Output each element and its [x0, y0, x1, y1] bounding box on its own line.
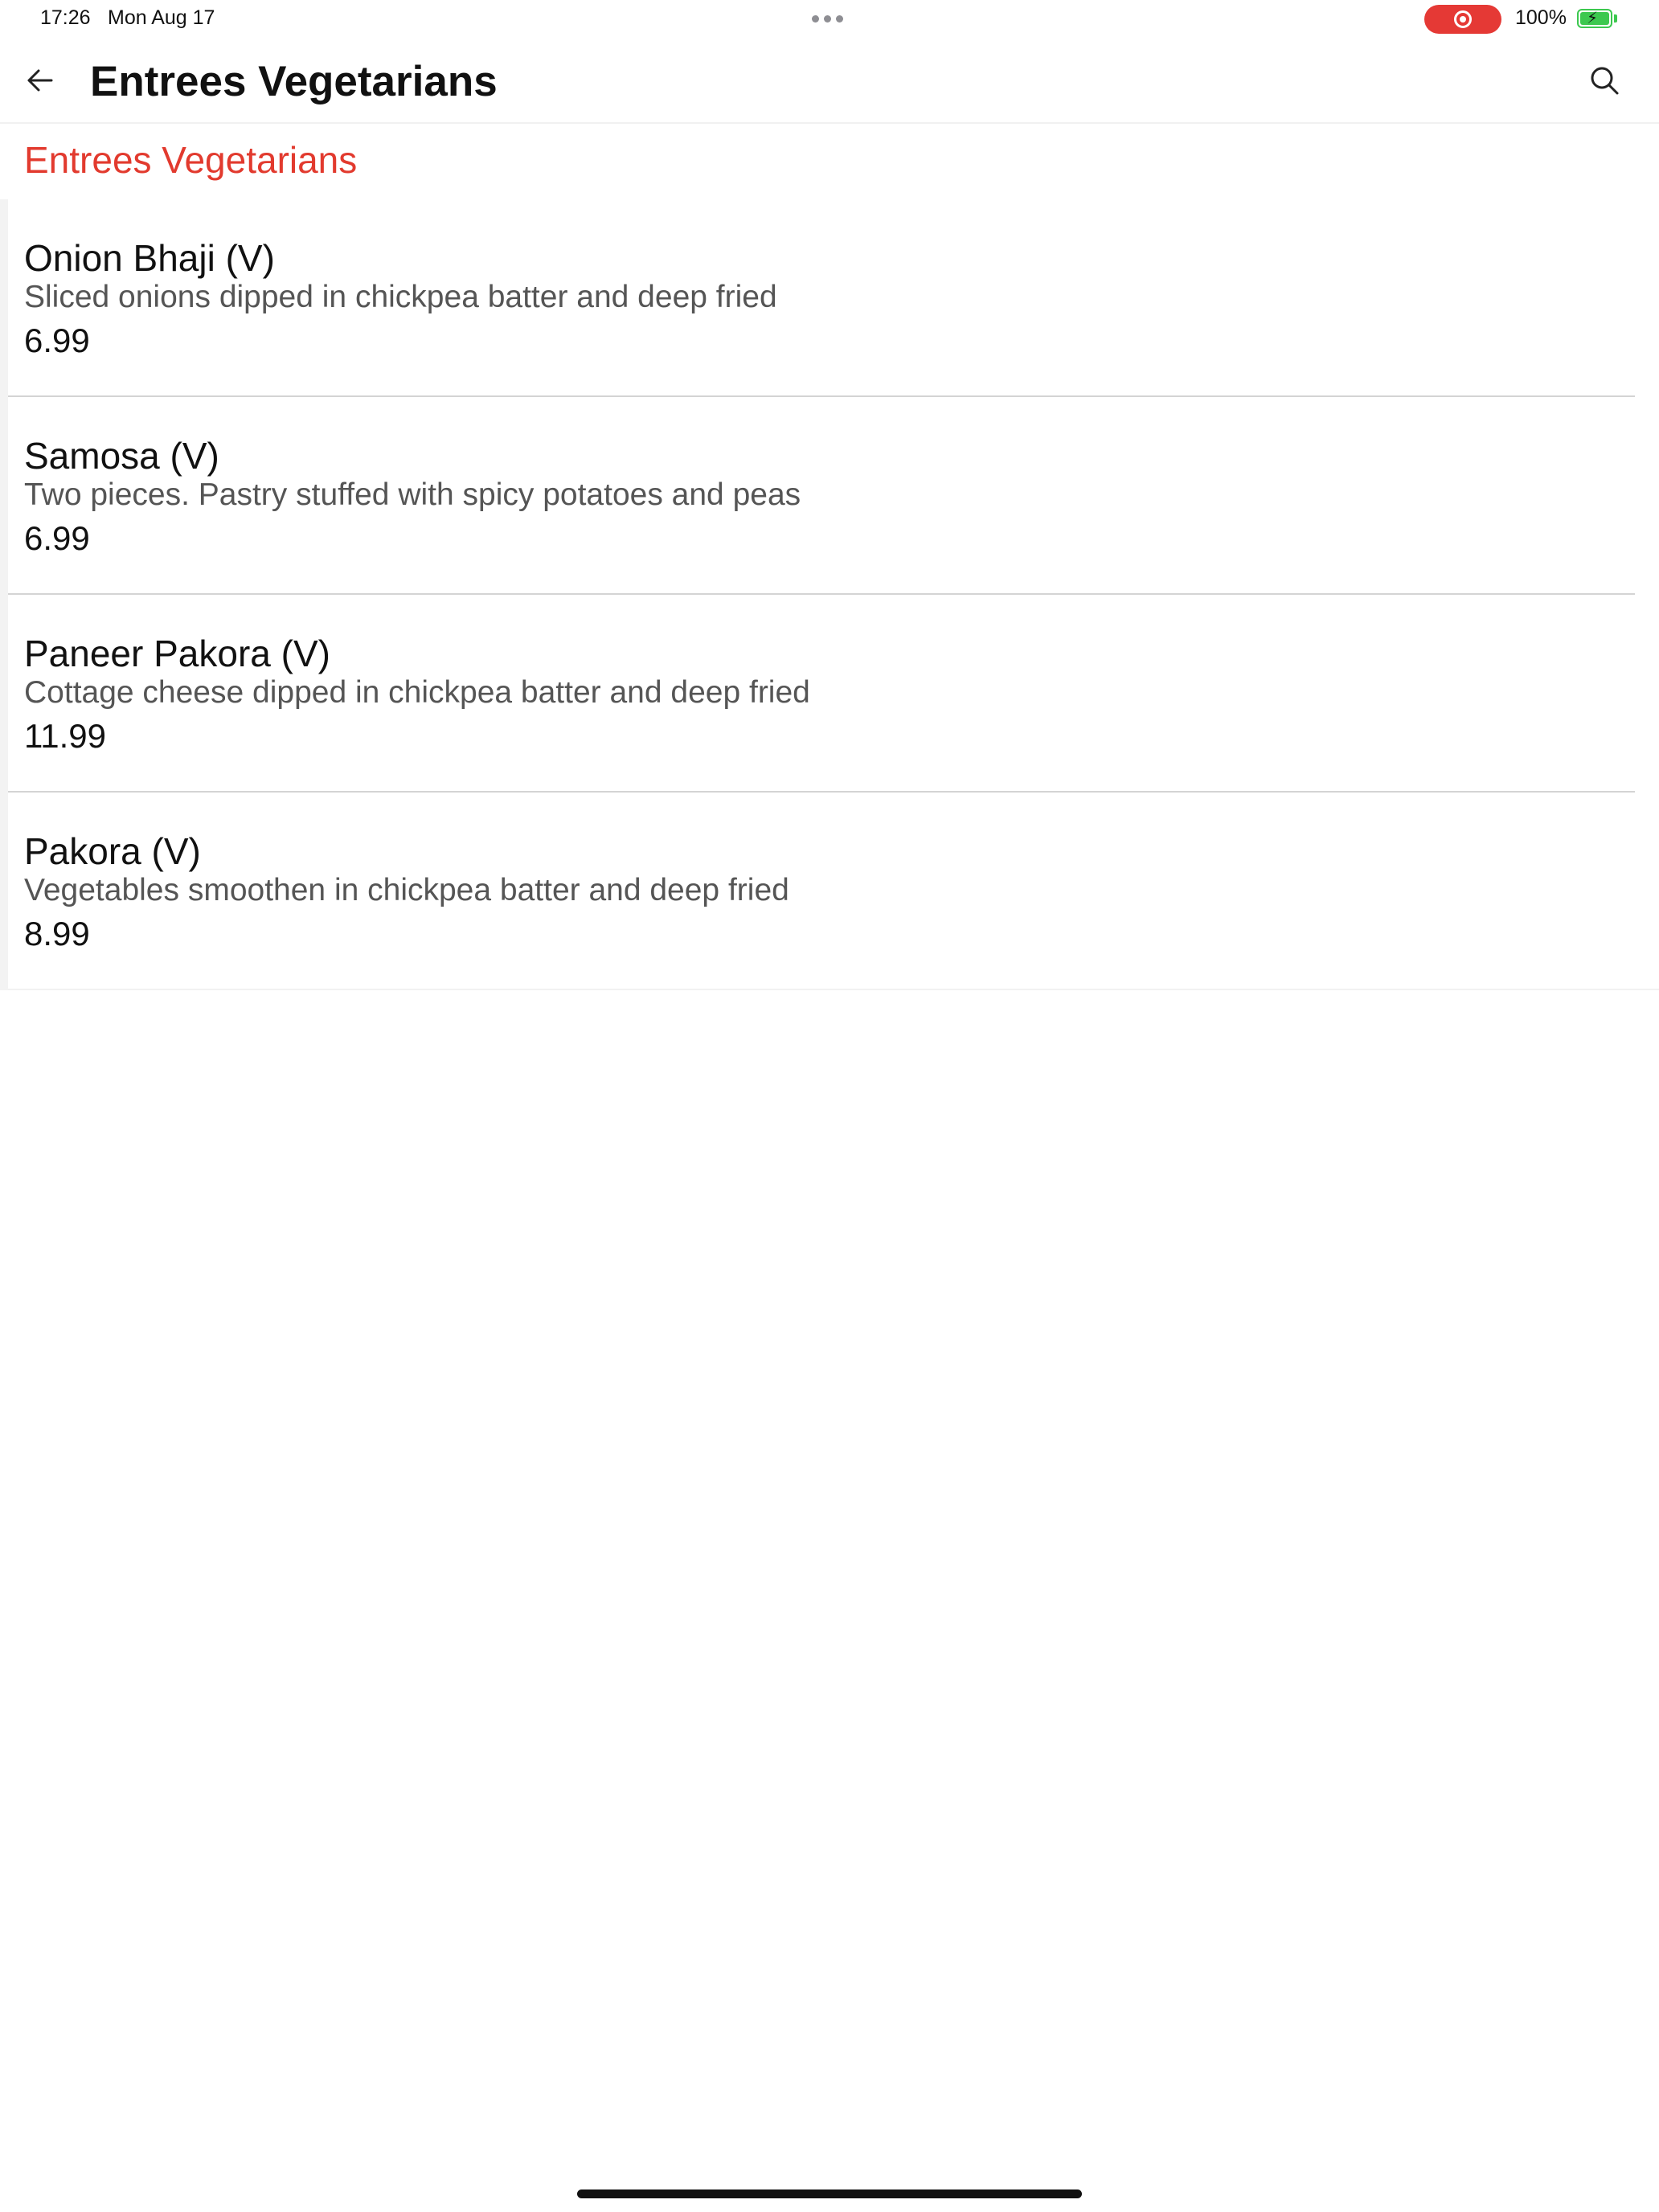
menu-item[interactable]: Paneer Pakora (V) Cottage cheese dipped …	[0, 595, 1659, 793]
multitasking-dots-icon[interactable]	[812, 15, 843, 23]
battery-icon: ⚡	[1577, 9, 1612, 28]
status-time: 17:26	[40, 6, 91, 29]
status-date: Mon Aug 17	[108, 6, 215, 29]
item-left-bar	[0, 397, 8, 595]
item-name: Paneer Pakora (V)	[24, 633, 330, 674]
item-price: 8.99	[24, 915, 90, 952]
item-description: Vegetables smoothen in chickpea batter a…	[24, 873, 789, 907]
page-title: Entrees Vegetarians	[90, 58, 498, 105]
menu-item[interactable]: Pakora (V) Vegetables smoothen in chickp…	[0, 793, 1659, 990]
item-left-bar	[0, 199, 8, 397]
battery-percentage: 100%	[1515, 6, 1567, 29]
menu-list: Onion Bhaji (V) Sliced onions dipped in …	[0, 199, 1659, 990]
menu-item[interactable]: Onion Bhaji (V) Sliced onions dipped in …	[0, 199, 1659, 397]
screen-recording-icon[interactable]	[1424, 5, 1501, 34]
item-name: Onion Bhaji (V)	[24, 237, 275, 279]
item-name: Pakora (V)	[24, 830, 201, 872]
battery-tip	[1614, 14, 1617, 23]
item-description: Two pieces. Pastry stuffed with spicy po…	[24, 477, 801, 512]
item-price: 11.99	[24, 717, 106, 755]
arrow-left-icon[interactable]	[23, 63, 58, 98]
item-left-bar	[0, 793, 8, 990]
search-icon[interactable]	[1587, 63, 1622, 98]
item-description: Sliced onions dipped in chickpea batter …	[24, 280, 777, 314]
menu-item[interactable]: Samosa (V) Two pieces. Pastry stuffed wi…	[0, 397, 1659, 595]
home-indicator[interactable]	[577, 2189, 1082, 2198]
category-title: Entrees Vegetarians	[24, 139, 358, 181]
item-divider	[8, 989, 1659, 990]
status-bar: 17:26 Mon Aug 17 100% ⚡	[0, 0, 1659, 39]
item-description: Cottage cheese dipped in chickpea batter…	[24, 675, 810, 710]
screen: 17:26 Mon Aug 17 100% ⚡ Entrees Vegetari…	[0, 0, 1659, 2212]
item-left-bar	[0, 595, 8, 793]
app-bar: Entrees Vegetarians	[0, 39, 1659, 124]
item-name: Samosa (V)	[24, 435, 219, 477]
item-price: 6.99	[24, 519, 90, 557]
item-price: 6.99	[24, 322, 90, 359]
